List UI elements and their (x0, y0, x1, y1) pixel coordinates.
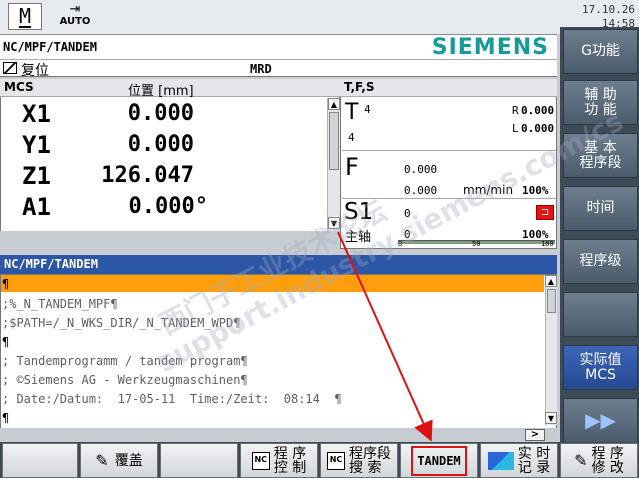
siemens-logo: SIEMENS (431, 35, 549, 60)
program-panel-title: NC/MPF/TANDEM (4, 257, 98, 271)
feed-unit: mm/min (463, 183, 514, 197)
next-page-icon: ▶▶ (585, 408, 616, 432)
softkey-basic-block[interactable]: 基 本 程序段 (563, 133, 638, 178)
current-line-highlight (1, 275, 544, 292)
spindle-sub-label: 主轴 (345, 230, 372, 245)
hkey-program-control[interactable]: NC 程 序 控 制 (240, 443, 318, 478)
machine-mode-button[interactable]: M (8, 3, 42, 30)
program-panel-title-bar: NC/MPF/TANDEM (0, 255, 557, 274)
channel-state: MRD (250, 62, 272, 76)
date-label: 17.10.26 (582, 3, 635, 16)
modify-icon: ✎ (574, 450, 588, 470)
auto-mode-indicator[interactable]: ⇥ AUTO (58, 3, 92, 30)
program-line: ; ©Siemens AG - Werkzeugmaschinen¶ (2, 373, 248, 387)
softkey-next-page[interactable]: ▶▶ (563, 398, 638, 443)
scroll-down-icon[interactable]: ▼ (328, 217, 340, 229)
hkey-3[interactable] (160, 443, 238, 478)
program-path: NC/MPF/TANDEM (3, 40, 97, 54)
program-path-bar: NC/MPF/TANDEM SIEMENS (0, 34, 557, 60)
hkey-program-modify[interactable]: ✎ 程 序 修 改 (560, 443, 638, 478)
realtime-record-icon (487, 451, 514, 470)
axes-panel-header: MCS 位置 [mm] (0, 79, 340, 99)
hkey-1[interactable] (2, 443, 78, 478)
channel-status: 复位 (21, 63, 49, 79)
edit-icon: ✎ (95, 450, 109, 470)
axis-y1-name: Y1 (22, 131, 51, 159)
tool-r-value: 0.000 (521, 104, 555, 117)
softkey-aux-function[interactable]: 辅 助 功 能 (563, 80, 638, 125)
feed-value-1: 0.000 (404, 163, 438, 176)
tfs-title: T,F,S (344, 80, 375, 94)
axis-y1-value: 0.000 (127, 132, 194, 157)
program-line: ; Tandemprogramm / tandem program¶ (2, 354, 248, 368)
axis-x1-value: 0.000 (127, 101, 194, 126)
tool-l-label: L (512, 122, 519, 135)
hkey-overlay[interactable]: ✎ 覆盖 (80, 443, 158, 478)
program-line: ¶ (2, 277, 10, 291)
axis-x1-name: X1 (22, 100, 51, 128)
program-line: ;$PATH=/_N_WKS_DIR/_N_TANDEM_WPD¶ (2, 316, 241, 330)
program-line: ; Date:/Datum: 17-05-11 Time:/Zeit: 08:1… (2, 392, 342, 406)
scroll-right-button[interactable]: > (525, 429, 545, 441)
softkey-program-level[interactable]: 程序级 (563, 239, 638, 284)
tfs-divider-1 (342, 150, 556, 151)
axes-scrollbar[interactable]: ▲ ▼ (327, 98, 340, 231)
cycle-start-icon: ⇥ (69, 2, 81, 17)
program-line: ¶ (2, 335, 10, 349)
tool-r-label: R (512, 104, 519, 117)
coord-system-label: MCS (4, 80, 34, 94)
scroll-thumb[interactable] (329, 112, 339, 170)
program-panel-footer (0, 428, 557, 442)
tool-number: 4 (364, 103, 371, 116)
top-header (0, 0, 639, 34)
machine-icon: M (18, 3, 32, 28)
softkey-time[interactable]: 时间 (563, 186, 638, 231)
feed-override: 100% (522, 184, 549, 197)
tool-l-value: 0.000 (521, 122, 555, 135)
axis-a1-name: A1 (22, 193, 51, 221)
scroll-right-icon: > (530, 429, 540, 440)
tool-label: T (345, 100, 359, 125)
tool-d-number: 4 (348, 131, 355, 144)
scroll-up-icon[interactable]: ▲ (545, 275, 557, 287)
auto-label: AUTO (59, 16, 91, 27)
spindle-scale-100: 100 (541, 240, 554, 248)
axis-a1-value: 0.000° (128, 194, 208, 219)
feed-value-2: 0.000 (404, 184, 438, 197)
spindle-label: S1 (344, 199, 374, 225)
program-line: ;%_N_TANDEM_MPF¶ (2, 297, 118, 311)
spindle-scale-50: 50 (472, 240, 481, 248)
axis-z1-name: Z1 (22, 162, 51, 190)
position-header: 位置 [mm] (128, 84, 194, 99)
nc-program-icon: NC (251, 451, 270, 470)
spindle-scale-0: 0 (398, 240, 403, 248)
feed-label: F (345, 153, 359, 181)
softkey-blank[interactable] (563, 292, 638, 337)
status-bar (0, 59, 338, 77)
status-bar-right (338, 59, 557, 77)
softkey-g-function[interactable]: G功能 (563, 29, 638, 74)
tfs-divider-2 (342, 198, 556, 199)
spindle-value-1: 0 (404, 207, 411, 220)
reset-icon (3, 62, 17, 74)
scroll-thumb[interactable] (547, 289, 556, 313)
axis-z1-value: 126.047 (101, 163, 194, 188)
nc-search-icon: NC (327, 451, 345, 470)
program-scrollbar[interactable]: ▲ ▼ (545, 275, 557, 425)
axes-panel-footer (0, 231, 340, 249)
scroll-down-icon[interactable]: ▼ (545, 412, 557, 424)
tfs-panel-header: T,F,S (340, 79, 557, 97)
program-line: ¶ (2, 411, 10, 425)
scroll-up-icon[interactable]: ▲ (328, 98, 340, 110)
softkey-actual-value-mcs[interactable]: 实际值 MCS (563, 345, 638, 390)
hkey-realtime-record[interactable]: 实 时 记 录 (480, 443, 558, 478)
hkey-tandem[interactable]: TANDEM (400, 443, 478, 478)
spindle-status-icon: ⊐ (536, 205, 554, 220)
hkey-block-search[interactable]: NC 程序段 搜 索 (320, 443, 398, 478)
